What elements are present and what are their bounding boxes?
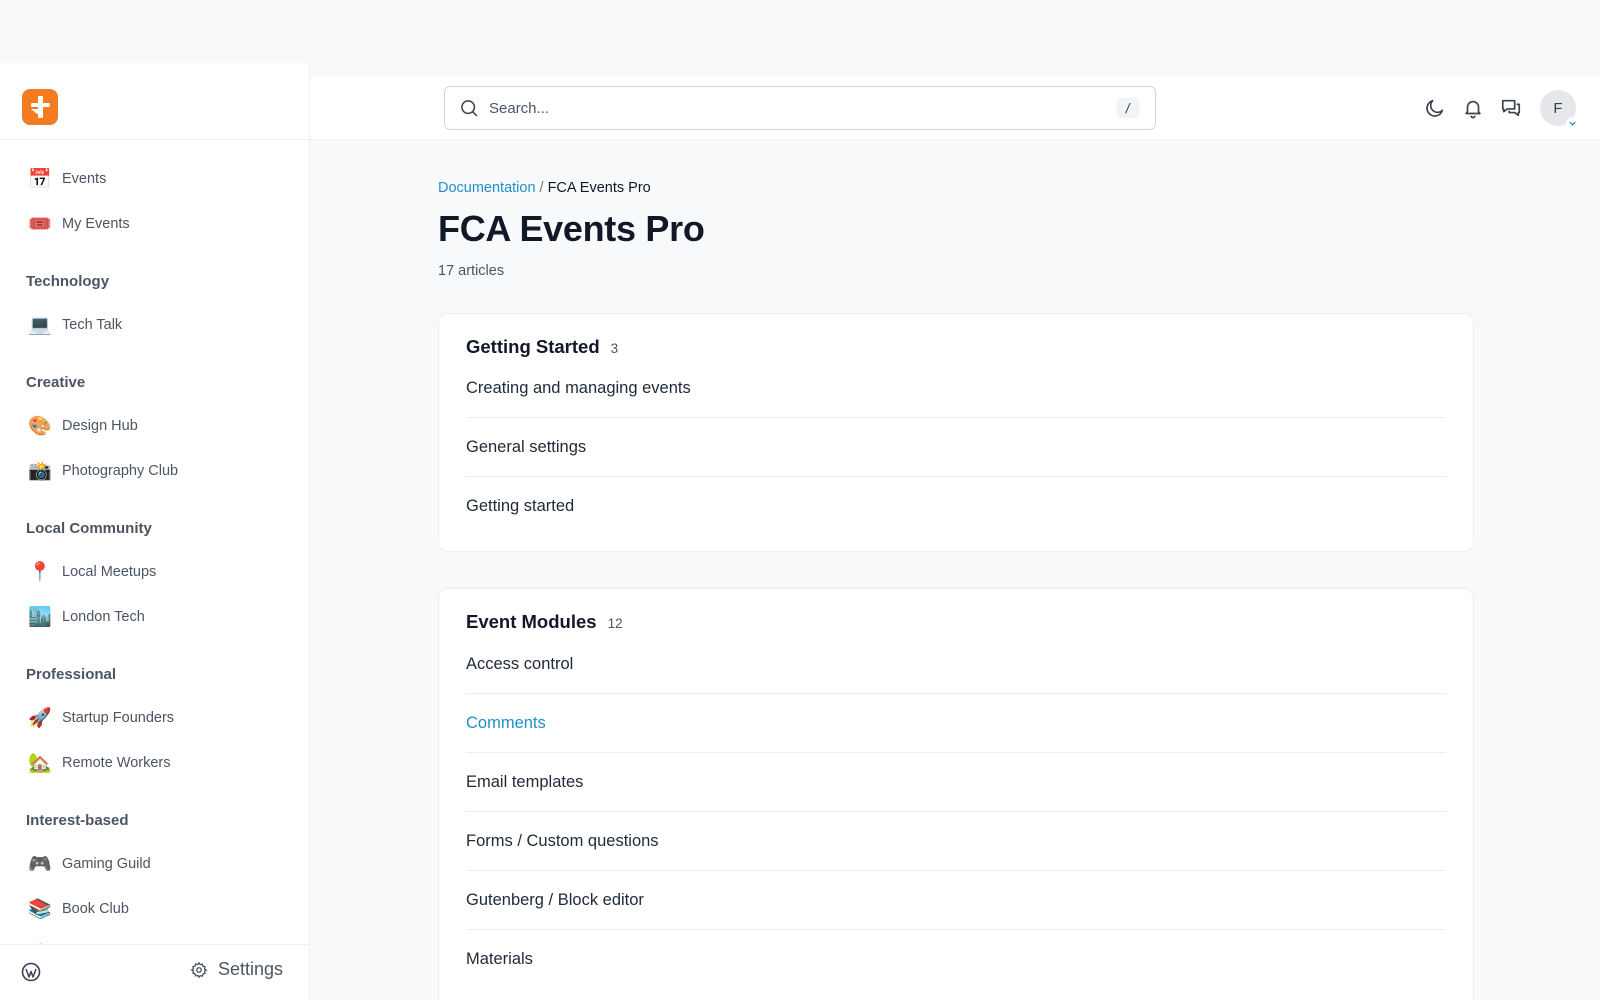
chevron-down-icon [1566, 117, 1578, 129]
page-title: FCA Events Pro [438, 208, 705, 249]
nav-item-label: Gaming Guild [62, 855, 151, 872]
nav-item-label: Photography Club [62, 462, 179, 479]
sidebar-footer: Settings [0, 944, 309, 1000]
article-count: 17 articles [438, 263, 505, 279]
sidebar-item-london-tech[interactable]: 🏙️ London Tech [0, 594, 309, 639]
article-link[interactable]: Materials [466, 930, 1446, 989]
article-link[interactable]: Email templates [466, 753, 1446, 812]
gear-icon [190, 961, 208, 978]
sidebar-item-photography-club[interactable]: 📸 Photography Club [0, 448, 309, 493]
nav-item-label: Remote Workers [62, 754, 171, 771]
section-count: 3 [610, 341, 619, 356]
top-background [0, 0, 1600, 63]
sidebar: Events📅Events🎟️My EventsTechnology💻Tech … [0, 63, 310, 1000]
article-link[interactable]: Gutenberg / Block editor [466, 871, 1446, 930]
nav-item-icon: 🏙️ [28, 606, 52, 628]
sidebar-item-gaming-guild[interactable]: 🎮 Gaming Guild [0, 841, 309, 886]
article-list: Creating and managing events General set… [466, 359, 1446, 536]
article-link[interactable]: Creating and managing events [466, 359, 1446, 418]
bell-icon[interactable] [1454, 89, 1492, 127]
nav-item-icon: 🏡 [28, 752, 52, 774]
breadcrumb: Documentation / FCA Events Pro [438, 180, 651, 196]
nav-group-heading: Local Community [26, 520, 152, 537]
nav-group-heading: Technology [26, 273, 110, 290]
nav-item-label: Startup Founders [62, 709, 175, 726]
chat-icon[interactable] [1492, 89, 1530, 127]
sidebar-item-book-club[interactable]: 📚 Book Club [0, 886, 309, 931]
nav-item-label: Events [62, 170, 107, 187]
nav-item-label: My Events [62, 215, 130, 232]
article-link[interactable]: Forms / Custom questions [466, 812, 1446, 871]
article-list: Access control Comments Email templates … [466, 635, 1446, 989]
sidebar-item-remote-workers[interactable]: 🏡 Remote Workers [0, 740, 309, 785]
sidebar-item-my-events[interactable]: 🎟️ My Events [0, 201, 309, 246]
nav-item-icon: 🎟️ [28, 213, 52, 235]
section-card-event-modules: Event Modules 12 Access control Comments… [438, 588, 1474, 1000]
moon-icon[interactable] [1416, 89, 1454, 127]
nav-item-icon: 📍 [28, 561, 52, 583]
section-title: Event Modules [466, 611, 597, 632]
nav-item-label: Tech Talk [62, 316, 123, 333]
nav-item-icon: 💻 [28, 314, 52, 336]
header-actions: F [1416, 89, 1578, 129]
breadcrumb-separator: / [539, 180, 544, 196]
sidebar-item-events[interactable]: 📅 Events [0, 156, 309, 201]
nav-item-icon: 📸 [28, 460, 52, 482]
top-header: / F [310, 77, 1600, 140]
breadcrumb-current: FCA Events Pro [547, 180, 651, 196]
article-link[interactable]: Comments [466, 694, 1446, 753]
search-shortcut-key: / [1117, 98, 1139, 118]
nav-item-icon: 🚀 [28, 707, 52, 729]
sidebar-nav[interactable]: Events📅Events🎟️My EventsTechnology💻Tech … [0, 140, 309, 947]
main-content: Documentation / FCA Events Pro FCA Events … [310, 140, 1600, 1000]
user-avatar[interactable]: F [1540, 90, 1578, 129]
section-header: Event Modules 12 [466, 611, 623, 633]
app-logo[interactable] [22, 89, 58, 125]
breadcrumb-documentation-link[interactable]: Documentation [438, 180, 536, 196]
sidebar-item-local-meetups[interactable]: 📍 Local Meetups [0, 549, 309, 594]
search-box[interactable]: / [444, 86, 1156, 130]
sidebar-item-tech-talk[interactable]: 💻 Tech Talk [0, 302, 309, 347]
sidebar-item-design-hub[interactable]: 🎨 Design Hub [0, 403, 309, 448]
settings-label: Settings [217, 959, 283, 979]
nav-item-label: Book Club [62, 900, 129, 917]
section-count: 12 [607, 616, 623, 631]
article-link[interactable]: Getting started [466, 477, 1446, 536]
nav-group-heading: Interest-based [26, 812, 129, 829]
article-link[interactable]: Access control [466, 635, 1446, 694]
section-card-getting-started: Getting Started 3 Creating and managing … [438, 313, 1474, 552]
sidebar-logo-row [0, 63, 309, 140]
nav-item-label: London Tech [62, 608, 145, 625]
nav-group-heading: Creative [26, 374, 86, 391]
settings-button[interactable]: Settings [190, 959, 283, 980]
nav-item-label: Local Meetups [62, 563, 157, 580]
search-input[interactable] [489, 99, 1117, 117]
nav-item-icon: 🎨 [28, 415, 52, 437]
nav-item-icon: 📚 [28, 898, 52, 920]
nav-item-label: Design Hub [62, 417, 138, 434]
section-title: Getting Started [466, 336, 600, 357]
nav-item-icon: 📅 [28, 168, 52, 190]
search-icon [459, 98, 479, 118]
sidebar-item-startup-founders[interactable]: 🚀 Startup Founders [0, 695, 309, 740]
section-header: Getting Started 3 [466, 336, 618, 358]
avatar-initial: F [1553, 99, 1563, 117]
nav-item-icon: 🎮 [28, 853, 52, 875]
wordpress-icon[interactable] [21, 962, 41, 982]
article-link[interactable]: General settings [466, 418, 1446, 477]
nav-group-heading: Professional [26, 666, 117, 683]
